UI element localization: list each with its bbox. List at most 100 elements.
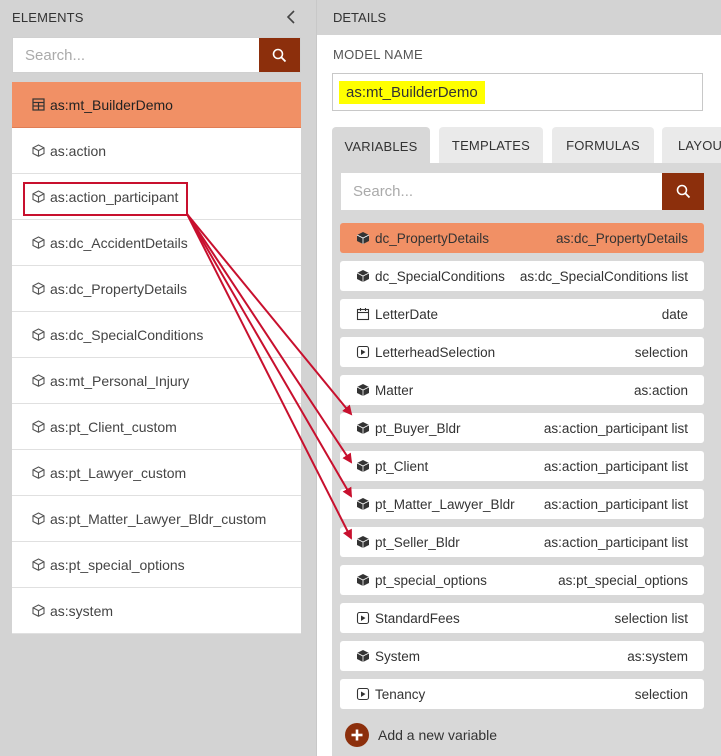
variable-type: selection list [614, 610, 688, 626]
element-item[interactable]: as:action [12, 128, 301, 174]
variable-type: as:action_participant list [543, 496, 688, 512]
model-name-value: as:mt_BuilderDemo [339, 80, 485, 104]
tab-templates[interactable]: TEMPLATES [439, 127, 543, 163]
variable-row[interactable]: LetterheadSelection selection [340, 337, 704, 367]
element-item[interactable]: as:system [12, 588, 301, 634]
cube-icon [32, 282, 45, 295]
add-variable-button[interactable]: Add a new variable [345, 723, 497, 747]
variable-name: pt_Client [375, 458, 429, 474]
variables-search-button[interactable] [662, 173, 704, 210]
cube-icon [32, 420, 45, 433]
variables-search [341, 173, 704, 210]
cube-filled-icon [356, 459, 370, 473]
variable-name: StandardFees [375, 610, 460, 626]
variable-type: as:action_participant list [543, 420, 688, 436]
cube-icon [32, 512, 45, 525]
variable-name: dc_PropertyDetails [375, 230, 490, 246]
elements-list: as:mt_BuilderDemo as:action as:action_pa… [12, 82, 301, 634]
cube-icon [32, 328, 45, 341]
variable-type: date [661, 306, 688, 322]
model-name-label: MODEL NAME [333, 47, 423, 62]
tab-layouts[interactable]: LAYOU [662, 127, 721, 163]
variable-row[interactable]: StandardFees selection list [340, 603, 704, 633]
element-item[interactable]: as:pt_Client_custom [12, 404, 301, 450]
variable-name: System [375, 648, 421, 664]
variable-row[interactable]: pt_Buyer_Bldr as:action_participant list [340, 413, 704, 443]
element-item[interactable]: as:action_participant [12, 174, 301, 220]
cube-icon [32, 236, 45, 249]
element-label: as:pt_Lawyer_custom [50, 464, 187, 481]
cube-filled-icon [356, 383, 370, 397]
element-label: as:action_participant [50, 188, 179, 205]
variable-row[interactable]: pt_special_options as:pt_special_options [340, 565, 704, 595]
tab-variables[interactable]: VARIABLES [332, 127, 430, 165]
element-label: as:dc_SpecialConditions [50, 326, 204, 343]
element-item[interactable]: as:pt_Matter_Lawyer_Bldr_custom [12, 496, 301, 542]
variable-type: as:dc_SpecialConditions list [519, 268, 688, 284]
element-item[interactable]: as:mt_BuilderDemo [12, 82, 301, 128]
variable-row[interactable]: pt_Seller_Bldr as:action_participant lis… [340, 527, 704, 557]
variable-row[interactable]: System as:system [340, 641, 704, 671]
search-icon [676, 184, 690, 199]
element-label: as:pt_Matter_Lawyer_Bldr_custom [50, 510, 267, 527]
element-item[interactable]: as:pt_Lawyer_custom [12, 450, 301, 496]
cube-filled-icon [356, 573, 370, 587]
element-item[interactable]: as:mt_Personal_Injury [12, 358, 301, 404]
cube-filled-icon [356, 421, 370, 435]
variable-row[interactable]: dc_SpecialConditions as:dc_SpecialCondit… [340, 261, 704, 291]
variable-type: as:pt_special_options [558, 572, 688, 588]
details-tabs: VARIABLES TEMPLATES FORMULAS LAYOU [332, 127, 721, 165]
cube-icon [32, 144, 45, 157]
variable-name: pt_Seller_Bldr [375, 534, 460, 550]
variable-type: selection [634, 344, 688, 360]
chevron-left-icon [286, 10, 295, 24]
variable-type: as:action_participant list [543, 458, 688, 474]
element-item[interactable]: as:dc_PropertyDetails [12, 266, 301, 312]
collapse-pane-button[interactable] [284, 8, 298, 26]
variable-row[interactable]: dc_PropertyDetails as:dc_PropertyDetails [340, 223, 704, 253]
variable-name: Matter [375, 382, 414, 398]
variable-row[interactable]: LetterDate date [340, 299, 704, 329]
variable-row[interactable]: Tenancy selection [340, 679, 704, 709]
cube-icon [32, 190, 45, 203]
calendar-icon [356, 307, 370, 321]
element-item[interactable]: as:dc_AccidentDetails [12, 220, 301, 266]
element-label: as:pt_special_options [50, 556, 185, 573]
cube-filled-icon [356, 535, 370, 549]
variable-name: LetterheadSelection [375, 344, 496, 360]
variable-name: Tenancy [375, 686, 426, 702]
element-label: as:dc_PropertyDetails [50, 280, 187, 297]
details-header: DETAILS [333, 10, 387, 25]
cube-filled-icon [356, 649, 370, 663]
tab-formulas[interactable]: FORMULAS [552, 127, 654, 163]
elements-search-input[interactable] [13, 38, 258, 72]
variables-search-input[interactable] [341, 173, 661, 210]
add-variable-label: Add a new variable [378, 727, 498, 743]
element-item[interactable]: as:pt_special_options [12, 542, 301, 588]
variable-type: as:system [627, 648, 688, 664]
variable-row[interactable]: Matter as:action [340, 375, 704, 405]
variable-name: pt_special_options [375, 572, 487, 588]
element-label: as:pt_Client_custom [50, 418, 177, 435]
cube-icon [32, 374, 45, 387]
cube-icon [32, 558, 45, 571]
plus-icon [345, 723, 369, 747]
variable-name: LetterDate [375, 306, 439, 322]
selection-icon [356, 687, 370, 701]
variable-type: as:dc_PropertyDetails [555, 230, 688, 246]
selection-icon [356, 611, 370, 625]
elements-search-button[interactable] [259, 38, 300, 72]
variable-type: as:action_participant list [543, 534, 688, 550]
cube-filled-icon [356, 269, 370, 283]
element-label: as:dc_AccidentDetails [50, 234, 188, 251]
elements-header: ELEMENTS [12, 10, 84, 25]
model-icon [32, 98, 45, 111]
cube-icon [32, 466, 45, 479]
cube-filled-icon [356, 497, 370, 511]
element-label: as:system [50, 602, 114, 619]
variable-row[interactable]: pt_Client as:action_participant list [340, 451, 704, 481]
model-name-field[interactable]: as:mt_BuilderDemo [332, 73, 703, 111]
element-item[interactable]: as:dc_SpecialConditions [12, 312, 301, 358]
element-label: as:mt_Personal_Injury [50, 372, 190, 389]
variable-row[interactable]: pt_Matter_Lawyer_Bldr as:action_particip… [340, 489, 704, 519]
